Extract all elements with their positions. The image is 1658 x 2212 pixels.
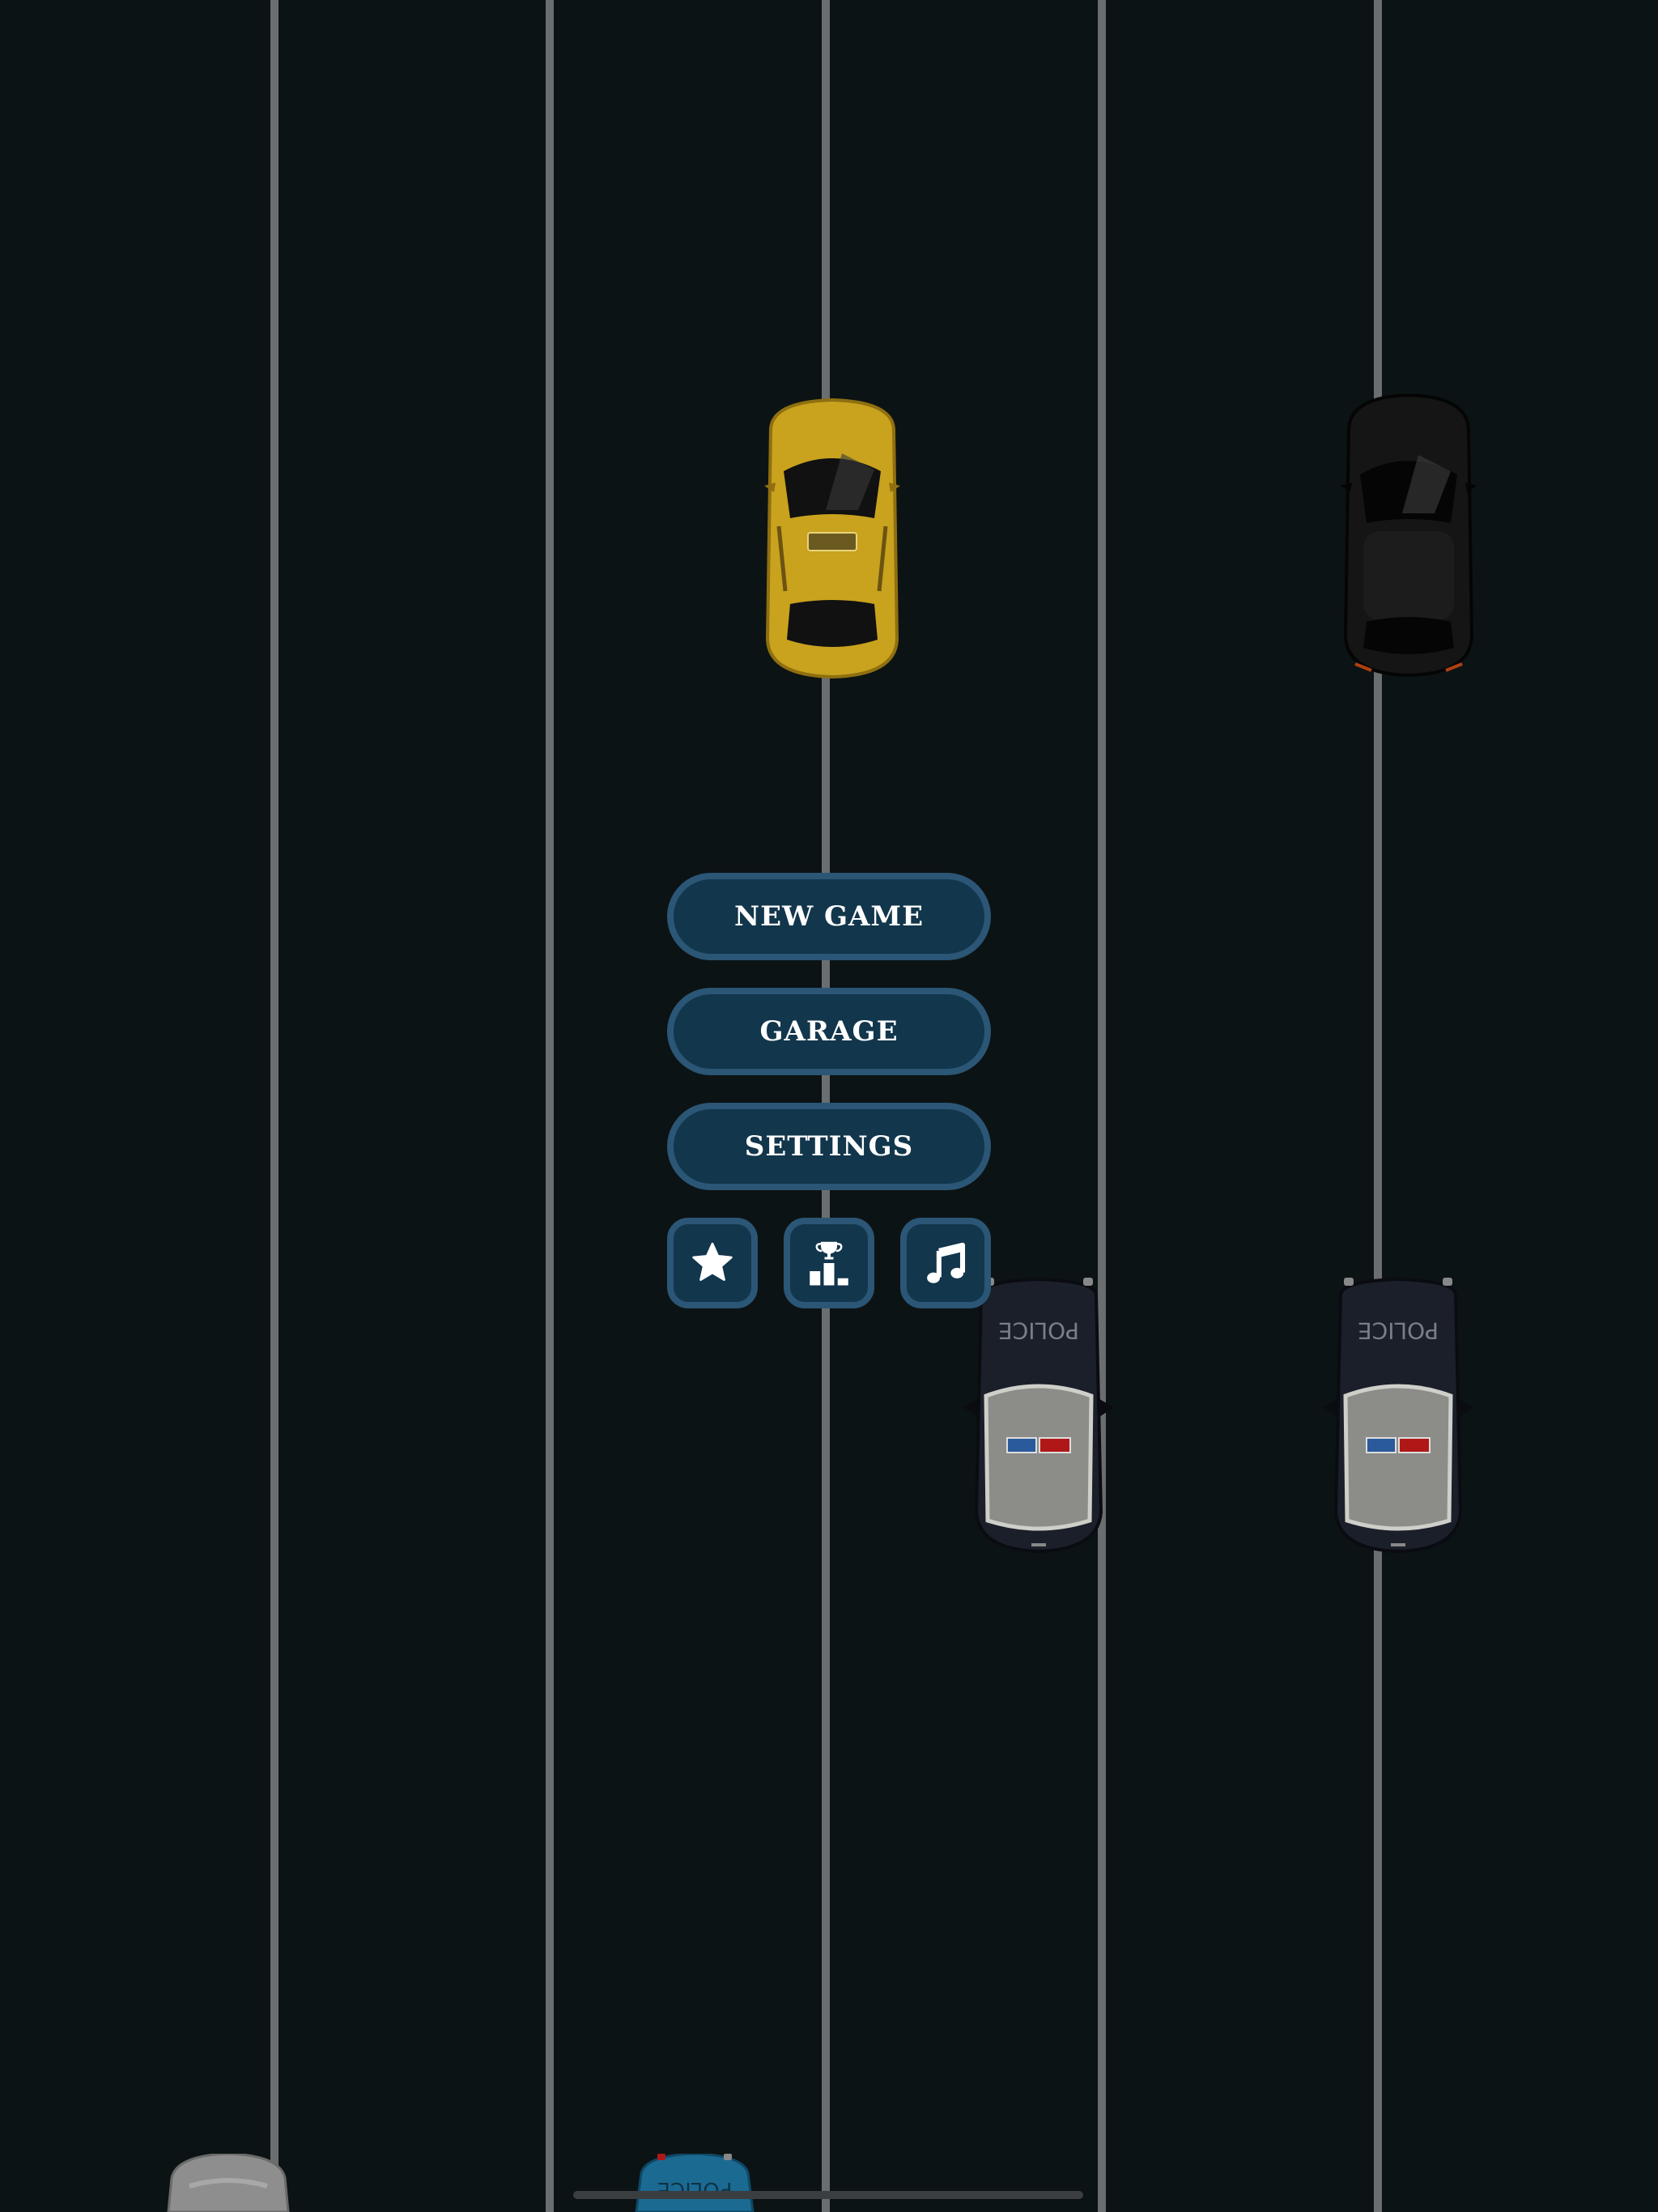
- lane-line: [270, 0, 278, 2212]
- black-car: [1341, 393, 1477, 678]
- lane-line: [546, 0, 554, 2212]
- garage-label: GARAGE: [759, 1015, 899, 1048]
- lane-line: [1374, 0, 1382, 2212]
- garage-button[interactable]: GARAGE: [667, 988, 991, 1075]
- settings-button[interactable]: SETTINGS: [667, 1103, 991, 1190]
- star-icon: [692, 1242, 733, 1281]
- music-note-icon: [927, 1242, 966, 1283]
- lane-line: [1098, 0, 1106, 2212]
- blue-police-car: POLICE: [635, 2154, 755, 2212]
- leaderboard-button[interactable]: [784, 1218, 874, 1308]
- police-car: POLICE: [963, 1278, 1114, 1553]
- new-game-label: NEW GAME: [734, 900, 924, 933]
- settings-label: SETTINGS: [744, 1130, 914, 1163]
- podium-trophy-icon: [810, 1241, 848, 1286]
- game-road: POLICE POLICE POLICE NEW GAME GARAGE SET…: [0, 0, 1658, 2212]
- music-button[interactable]: [900, 1218, 991, 1308]
- white-car: [167, 2154, 290, 2212]
- new-game-button[interactable]: NEW GAME: [667, 873, 991, 960]
- svg-text:POLICE: POLICE: [1358, 1317, 1439, 1344]
- home-indicator[interactable]: [573, 2191, 1083, 2199]
- rate-button[interactable]: [667, 1218, 758, 1308]
- svg-text:POLICE: POLICE: [998, 1317, 1079, 1344]
- police-car: POLICE: [1323, 1278, 1473, 1553]
- taxi-car: [764, 398, 900, 679]
